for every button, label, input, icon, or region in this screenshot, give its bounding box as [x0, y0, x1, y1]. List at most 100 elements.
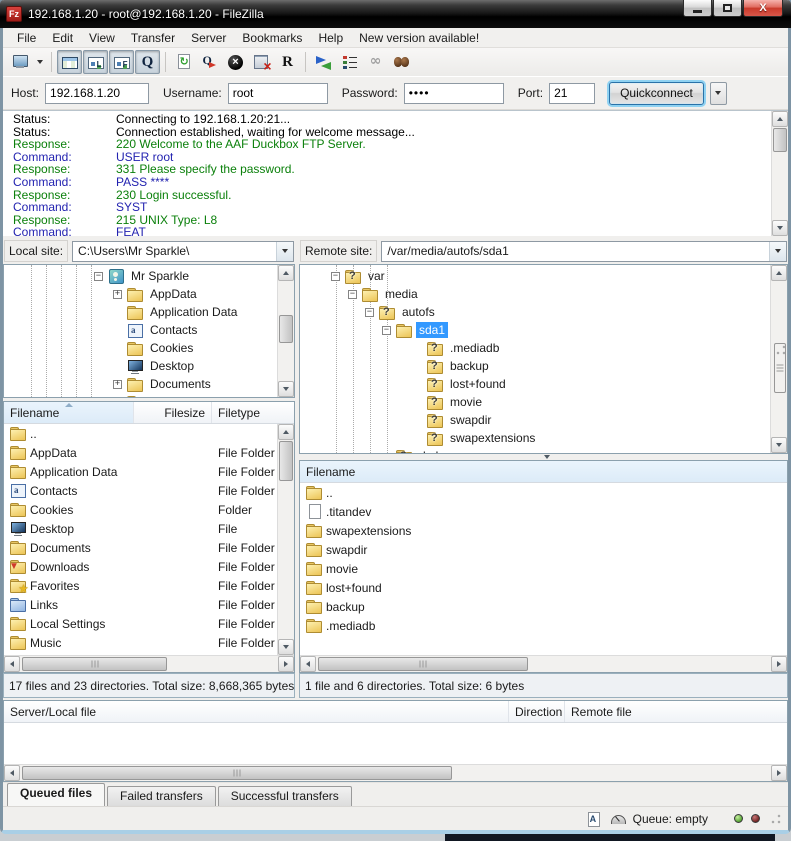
scroll-up-arrow[interactable] — [771, 265, 787, 281]
toggle-remote-tree-button[interactable] — [109, 50, 134, 74]
file-row[interactable]: .. — [300, 483, 787, 502]
column-header-filetype[interactable]: Filetype — [212, 402, 276, 423]
toggle-message-log-button[interactable] — [57, 50, 82, 74]
tree-item[interactable]: ?swapextensions — [300, 429, 787, 447]
scroll-right-arrow[interactable] — [771, 765, 787, 781]
tree-item[interactable]: ?swapdir — [300, 411, 787, 429]
tree-item[interactable]: −media — [300, 285, 787, 303]
transfer-type-icon[interactable] — [585, 811, 601, 827]
scroll-down-arrow[interactable] — [772, 220, 788, 236]
maximize-button[interactable] — [713, 0, 742, 17]
scroll-up-arrow[interactable] — [278, 265, 294, 281]
port-input[interactable] — [549, 83, 595, 104]
tree-item[interactable]: ?lost+found — [300, 375, 787, 393]
file-row[interactable]: CookiesFolder — [4, 500, 294, 519]
close-button[interactable]: X — [743, 0, 783, 17]
tree-item[interactable]: Application Data — [4, 303, 294, 321]
column-header-filesize[interactable]: Filesize — [134, 402, 212, 423]
scroll-right-arrow[interactable] — [771, 656, 787, 672]
local-tree-scrollbar[interactable] — [277, 265, 294, 397]
tab-failed-transfers[interactable]: Failed transfers — [107, 786, 216, 806]
file-row[interactable]: MusicFile Folder — [4, 633, 294, 652]
tree-item[interactable]: ?dvd — [300, 447, 787, 454]
file-row[interactable]: DesktopFile — [4, 519, 294, 538]
file-row[interactable]: lost+found — [300, 578, 787, 597]
title-bar[interactable]: Fz 192.168.1.20 - root@192.168.1.20 - Fi… — [0, 0, 791, 28]
tree-item[interactable]: +Documents — [4, 375, 294, 393]
tree-item[interactable]: +AppData — [4, 285, 294, 303]
menu-view[interactable]: View — [81, 29, 123, 47]
tab-successful-transfers[interactable]: Successful transfers — [218, 786, 352, 806]
column-header-server-local-file[interactable]: Server/Local file — [4, 701, 509, 722]
column-header-remote-file[interactable]: Remote file — [565, 701, 787, 722]
remote-tree[interactable]: −?var −media −?autofs −sda1 ?.mediadb ?b… — [299, 264, 788, 454]
local-list-scrollbar[interactable] — [277, 424, 294, 655]
transfer-queue[interactable]: Server/Local file Direction Remote file — [3, 700, 788, 782]
scroll-thumb[interactable] — [774, 343, 786, 393]
scroll-left-arrow[interactable] — [4, 656, 20, 672]
file-row[interactable]: .titandev — [300, 502, 787, 521]
file-row[interactable]: .mediadb — [300, 616, 787, 635]
menu-edit[interactable]: Edit — [44, 29, 81, 47]
local-path-combo[interactable]: C:\Users\Mr Sparkle\ — [72, 241, 294, 262]
column-header-filename[interactable]: Filename — [4, 402, 134, 423]
combo-arrow[interactable] — [769, 242, 786, 261]
scroll-up-arrow[interactable] — [772, 111, 788, 127]
cancel-operation-button[interactable] — [223, 50, 248, 74]
queue-hscrollbar[interactable] — [4, 764, 787, 781]
scroll-thumb[interactable] — [279, 315, 293, 343]
tree-item[interactable]: Desktop — [4, 357, 294, 375]
tree-item-selected[interactable]: −sda1 — [300, 321, 787, 339]
local-list-hscrollbar[interactable] — [4, 655, 294, 672]
scroll-thumb[interactable] — [773, 128, 787, 152]
column-header-filename[interactable]: Filename — [300, 461, 787, 482]
directory-listing-filters-button[interactable] — [337, 50, 362, 74]
file-row[interactable]: .. — [4, 424, 294, 443]
tree-item[interactable]: ?movie — [300, 393, 787, 411]
scroll-thumb[interactable] — [318, 657, 528, 671]
message-log[interactable]: Status:Connecting to 192.168.1.20:21... … — [3, 110, 788, 236]
tree-item[interactable]: −?autofs — [300, 303, 787, 321]
scroll-left-arrow[interactable] — [4, 765, 20, 781]
password-input[interactable] — [404, 83, 504, 104]
file-row[interactable]: DocumentsFile Folder — [4, 538, 294, 557]
scroll-down-arrow[interactable] — [771, 437, 787, 453]
file-row[interactable]: Local SettingsFile Folder — [4, 614, 294, 633]
scroll-down-arrow[interactable] — [278, 639, 294, 655]
speed-limits-icon[interactable] — [609, 811, 625, 827]
tree-item[interactable]: −?var — [300, 267, 787, 285]
file-row[interactable]: swapdir — [300, 540, 787, 559]
toggle-queue-button[interactable]: Q — [135, 50, 160, 74]
local-tree[interactable]: −Mr Sparkle +AppData Application Data Co… — [3, 264, 295, 398]
remote-list-hscrollbar[interactable] — [300, 655, 787, 672]
scroll-up-arrow[interactable] — [278, 424, 294, 440]
file-row[interactable]: backup — [300, 597, 787, 616]
file-row[interactable]: ▼DownloadsFile Folder — [4, 557, 294, 576]
username-input[interactable] — [228, 83, 328, 104]
scroll-right-arrow[interactable] — [278, 656, 294, 672]
collapse-arrow-icon[interactable] — [544, 455, 550, 459]
menu-transfer[interactable]: Transfer — [123, 29, 183, 47]
disconnect-button[interactable] — [249, 50, 274, 74]
file-row[interactable]: Application DataFile Folder — [4, 462, 294, 481]
refresh-button[interactable] — [171, 50, 196, 74]
scroll-thumb[interactable] — [279, 441, 293, 481]
file-row[interactable]: swapextensions — [300, 521, 787, 540]
directory-comparison-button[interactable] — [311, 50, 336, 74]
file-row[interactable]: ContactsFile Folder — [4, 481, 294, 500]
remote-tree-scrollbar[interactable] — [770, 265, 787, 453]
file-row[interactable]: movie — [300, 559, 787, 578]
scroll-thumb[interactable] — [22, 657, 167, 671]
log-scrollbar[interactable] — [771, 111, 788, 236]
scroll-thumb[interactable] — [22, 766, 452, 780]
remote-file-list[interactable]: Filename .. .titandev swapextensions swa… — [299, 460, 788, 673]
site-manager-dropdown[interactable] — [33, 50, 46, 74]
tree-item[interactable]: +▼Downloads — [4, 393, 294, 398]
find-files-button[interactable] — [389, 50, 414, 74]
reconnect-button[interactable]: R — [275, 50, 300, 74]
tab-queued-files[interactable]: Queued files — [7, 783, 105, 806]
toggle-local-tree-button[interactable] — [83, 50, 108, 74]
file-row[interactable]: AppDataFile Folder — [4, 443, 294, 462]
resize-grip[interactable] — [770, 813, 782, 825]
tree-item[interactable]: Contacts — [4, 321, 294, 339]
